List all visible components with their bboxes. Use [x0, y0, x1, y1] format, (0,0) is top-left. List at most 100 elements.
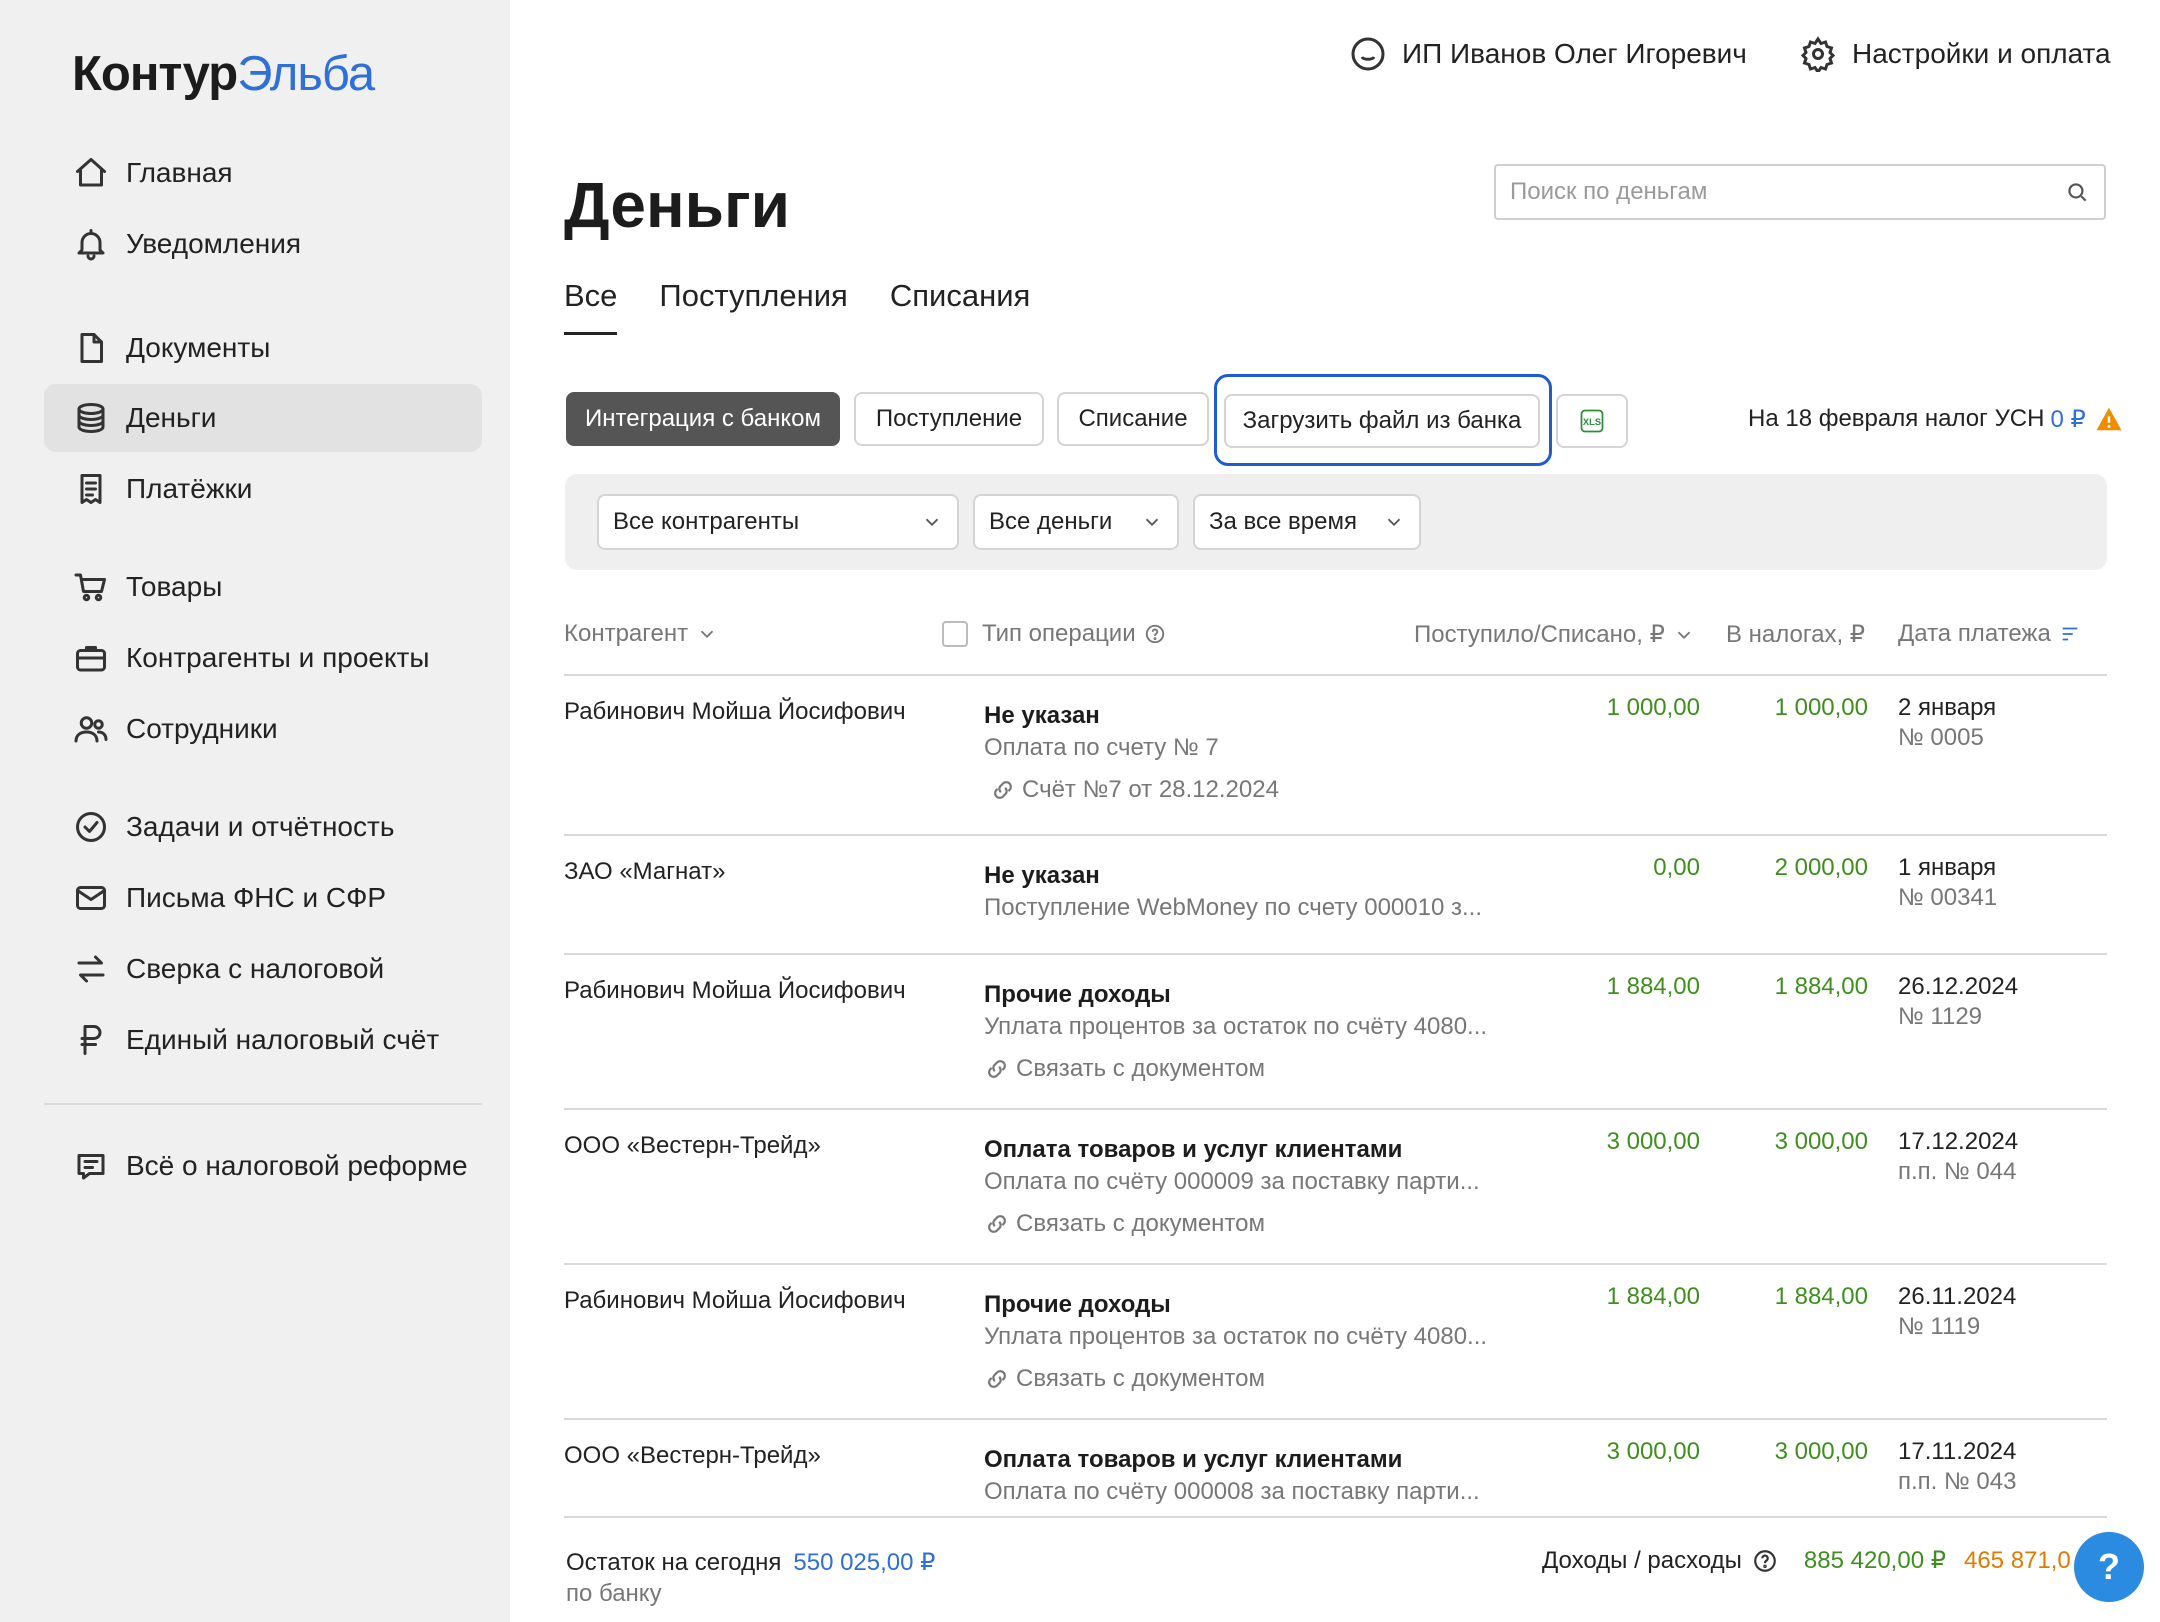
column-header-label: Тип операции — [982, 620, 1136, 647]
row-counterparty[interactable]: Рабинович Мойша Йосифович — [564, 977, 906, 1005]
tax-note-value[interactable]: 0 ₽ — [2050, 405, 2085, 434]
logo-part-kontur: Контур — [72, 47, 238, 101]
money-filter[interactable]: Все деньги — [973, 494, 1179, 550]
sidebar-item-home[interactable]: Главная — [44, 139, 482, 207]
row-counterparty[interactable]: ООО «Вестерн-Трейд» — [564, 1132, 821, 1160]
column-header-counterparty[interactable]: Контрагент — [564, 620, 718, 648]
user-menu[interactable]: ИП Иванов Олег Игоревич — [1350, 36, 1747, 72]
select-all-checkbox[interactable] — [942, 621, 968, 647]
row-counterparty[interactable]: Рабинович Мойша Йосифович — [564, 1287, 906, 1315]
export-xls-button[interactable]: XLS — [1556, 394, 1628, 448]
row-operation-type[interactable]: Прочие доходы — [984, 981, 1171, 1009]
app-logo[interactable]: КонтурЭльба — [72, 46, 375, 102]
sidebar-item-label: Главная — [126, 157, 233, 188]
sidebar-item-money[interactable]: Деньги — [44, 384, 482, 452]
income-expense-summary: Доходы / расходы 885 420,00 ₽ 465 871,0 — [1542, 1546, 2071, 1575]
table-row[interactable]: Рабинович Мойша Йосифович Не указан Опла… — [0, 694, 2160, 834]
link-document-label: Связать с документом — [1016, 1210, 1265, 1237]
link-document-label: Связать с документом — [1016, 1365, 1265, 1392]
row-description: Оплата по счету № 7 — [984, 734, 1219, 761]
sidebar-item-documents[interactable]: Документы — [44, 314, 482, 382]
cart-icon — [72, 568, 110, 606]
link-document-button[interactable]: Связать с документом — [984, 1365, 1265, 1393]
row-date: 2 января — [1898, 694, 1997, 721]
link-document-button[interactable]: Связать с документом — [984, 1055, 1265, 1083]
smile-icon — [1351, 37, 1385, 71]
sort-icon[interactable] — [2059, 623, 2081, 645]
row-doc-number: № 1119 — [1898, 1313, 1981, 1340]
row-tax-amount: 3 000,00 — [1774, 1438, 1868, 1465]
column-header-in-taxes: В налогах, ₽ — [1726, 620, 1865, 649]
sidebar-item-counterparties[interactable]: Контрагенты и проекты — [44, 624, 482, 692]
help-circle-icon[interactable] — [1144, 623, 1166, 645]
income-expense-label: Доходы / расходы — [1542, 1546, 1742, 1574]
row-counterparty[interactable]: Рабинович Мойша Йосифович — [564, 698, 906, 726]
chevron-down-icon — [925, 518, 939, 527]
row-tax-amount: 1 884,00 — [1774, 1283, 1868, 1310]
balance-source: по банку — [566, 1580, 662, 1607]
table-row[interactable]: ООО «Вестерн-Трейд» Оплата товаров и усл… — [0, 1438, 2160, 1518]
bell-icon — [72, 225, 110, 263]
sidebar-item-notifications[interactable]: Уведомления — [44, 210, 482, 278]
help-button[interactable]: ? — [2074, 1532, 2144, 1602]
add-expense-button[interactable]: Списание — [1057, 392, 1209, 446]
link-document-button[interactable]: Связать с документом — [984, 1210, 1265, 1238]
period-filter-value: За все время — [1209, 508, 1357, 535]
warning-icon[interactable] — [2094, 404, 2124, 434]
sidebar-item-payments[interactable]: Платёжки — [44, 455, 482, 523]
tab-all[interactable]: Все — [564, 278, 618, 335]
tab-income[interactable]: Поступления — [659, 278, 847, 335]
period-filter[interactable]: За все время — [1193, 494, 1421, 550]
row-date: 17.12.2024 — [1898, 1128, 2019, 1155]
help-circle-icon[interactable] — [1752, 1548, 1778, 1574]
table-row[interactable]: ЗАО «Магнат» Не указан Поступление WebMo… — [0, 854, 2160, 954]
table-row[interactable]: Рабинович Мойша Йосифович Прочие доходы … — [0, 973, 2160, 1108]
settings-link[interactable]: Настройки и оплата — [1800, 36, 2111, 72]
row-date: 17.11.2024 — [1898, 1438, 2017, 1465]
balance-value[interactable]: 550 025,00 ₽ — [793, 1549, 935, 1576]
row-operation-type[interactable]: Не указан — [984, 702, 1100, 730]
add-income-button[interactable]: Поступление — [854, 392, 1044, 446]
search-box[interactable] — [1494, 164, 2106, 220]
income-total: 885 420,00 ₽ — [1803, 1547, 1946, 1574]
link-icon — [988, 1370, 1006, 1388]
settings-label: Настройки и оплата — [1852, 38, 2111, 69]
row-divider — [564, 1418, 2107, 1420]
chevron-down-icon — [700, 630, 714, 639]
expense-total: 465 871,0 — [1963, 1546, 2071, 1574]
column-header-payment-date[interactable]: Дата платежа — [1898, 620, 2081, 648]
search-icon[interactable] — [2064, 179, 2090, 205]
row-operation-type[interactable]: Оплата товаров и услуг клиентами — [984, 1136, 1402, 1164]
row-operation-type[interactable]: Не указан — [984, 862, 1100, 890]
row-tax-amount: 3 000,00 — [1774, 1128, 1868, 1155]
xls-icon: XLS — [1580, 409, 1604, 433]
link-icon — [994, 781, 1012, 799]
row-operation-type[interactable]: Прочие доходы — [984, 1291, 1171, 1319]
balance-label: Остаток на сегодня — [566, 1549, 782, 1576]
counterparty-filter[interactable]: Все контрагенты — [597, 494, 959, 550]
table-row[interactable]: ООО «Вестерн-Трейд» Оплата товаров и усл… — [0, 1128, 2160, 1263]
row-divider — [564, 1108, 2107, 1110]
row-counterparty[interactable]: ЗАО «Магнат» — [564, 858, 725, 886]
column-header-amount[interactable]: Поступило/Списано, ₽ — [1414, 620, 1695, 649]
row-doc-number: № 0005 — [1898, 724, 1984, 751]
row-description: Оплата по счёту 000008 за поставку парти… — [984, 1478, 1480, 1505]
row-link-label: Счёт №7 от 28.12.2024 — [1022, 776, 1279, 803]
row-linked-document[interactable]: Счёт №7 от 28.12.2024 — [990, 776, 1279, 804]
upload-bank-file-button[interactable]: Загрузить файл из банка — [1224, 394, 1540, 448]
home-icon — [72, 154, 110, 192]
header-divider — [564, 674, 2107, 676]
table-row[interactable]: Рабинович Мойша Йосифович Прочие доходы … — [0, 1283, 2160, 1418]
row-counterparty[interactable]: ООО «Вестерн-Трейд» — [564, 1442, 821, 1470]
sidebar-item-label: Товары — [126, 571, 223, 602]
row-date: 1 января — [1898, 854, 1997, 881]
row-date: 26.11.2024 — [1898, 1283, 2017, 1310]
row-divider — [564, 953, 2107, 955]
search-input[interactable] — [1510, 178, 2064, 206]
bank-integration-button[interactable]: Интеграция с банком — [566, 392, 840, 446]
tab-expense[interactable]: Списания — [890, 278, 1030, 335]
row-description: Поступление WebMoney по счету 000010 з..… — [984, 894, 1482, 921]
balance-summary: Остаток на сегодня 550 025,00 ₽ — [566, 1548, 935, 1577]
sidebar-item-goods[interactable]: Товары — [44, 553, 482, 621]
row-operation-type[interactable]: Оплата товаров и услуг клиентами — [984, 1446, 1402, 1474]
